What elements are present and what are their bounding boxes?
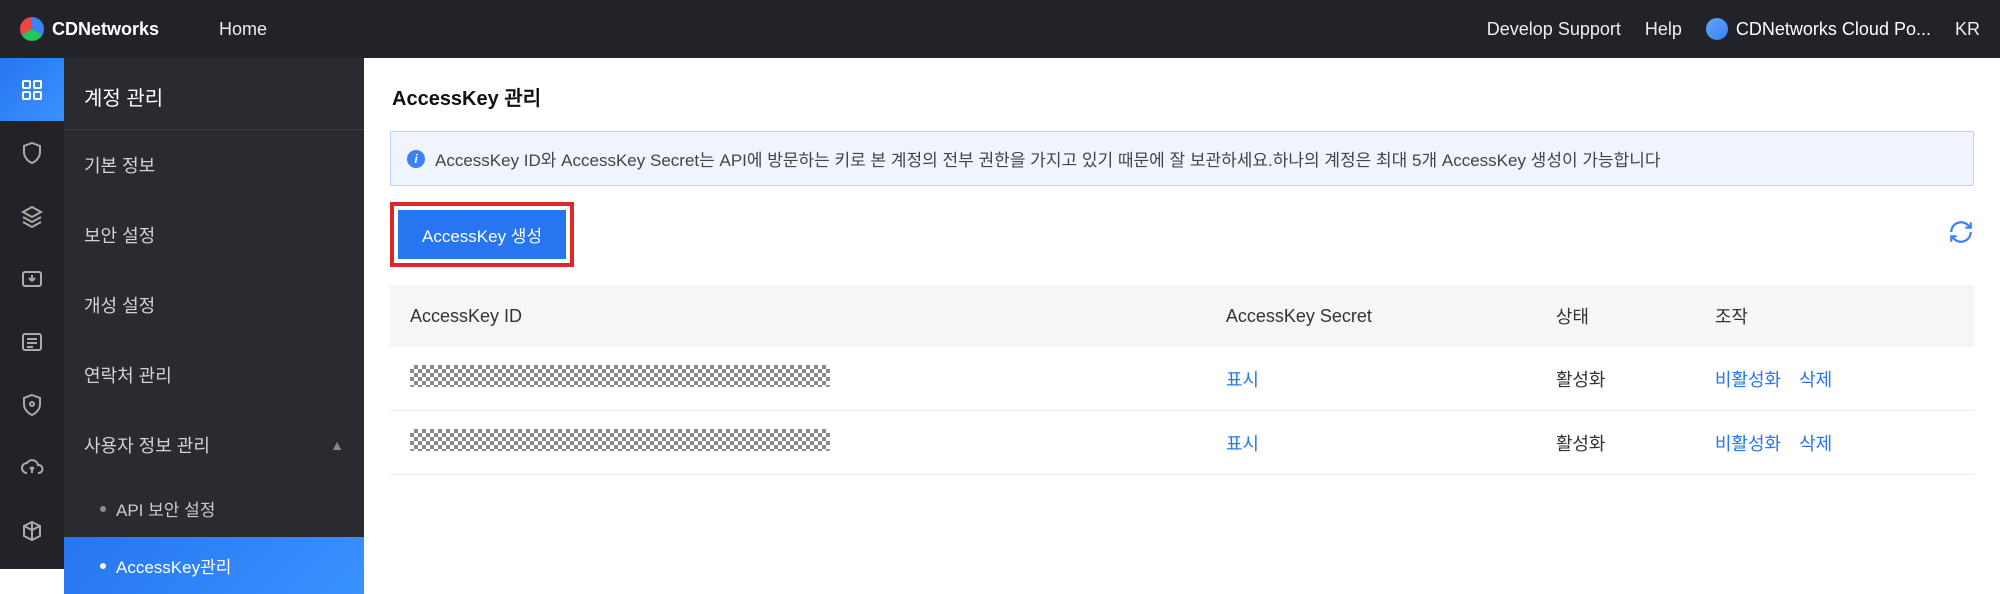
info-text: AccessKey ID와 AccessKey Secret는 API에 방문하… — [435, 146, 1661, 171]
sidebar-item-contacts[interactable]: 연락처 관리 — [64, 340, 364, 410]
delete-link[interactable]: 삭제 — [1799, 366, 1832, 392]
rail-stack[interactable] — [0, 184, 64, 247]
col-id: AccessKey ID — [390, 285, 1206, 347]
sidebar-item-label: 보안 설정 — [84, 222, 155, 248]
sidebar-subitem-api-security[interactable]: API 보안 설정 — [64, 480, 364, 537]
table-row: 표시 활성화 비활성화 삭제 — [390, 347, 1974, 411]
layers-icon — [20, 204, 44, 228]
refresh-button[interactable] — [1948, 219, 1974, 250]
user-label: CDNetworks Cloud Po... — [1736, 19, 1931, 40]
chevron-up-icon: ▲ — [330, 437, 344, 453]
col-status: 상태 — [1536, 285, 1695, 347]
sidebar-item-personality[interactable]: 개성 설정 — [64, 270, 364, 340]
table-row: 표시 활성화 비활성화 삭제 — [390, 411, 1974, 475]
main-content: AccessKey 관리 i AccessKey ID와 AccessKey S… — [364, 58, 2000, 569]
rail-download[interactable] — [0, 247, 64, 310]
cube-icon — [20, 519, 44, 543]
info-banner: i AccessKey ID와 AccessKey Secret는 API에 방… — [390, 131, 1974, 186]
home-link[interactable]: Home — [219, 19, 267, 40]
rail-dashboard[interactable] — [0, 58, 64, 121]
status-text: 활성화 — [1556, 434, 1606, 454]
user-menu[interactable]: CDNetworks Cloud Po... — [1706, 18, 1931, 40]
sidebar-item-label: 사용자 정보 관리 — [84, 432, 210, 458]
sidebar-subitem-accesskey[interactable]: AccessKey관리 — [64, 537, 364, 594]
sidebar-item-basic-info[interactable]: 기본 정보 — [64, 130, 364, 200]
deactivate-link[interactable]: 비활성화 — [1715, 430, 1781, 456]
inbox-download-icon — [20, 267, 44, 291]
masked-accesskey-id — [410, 365, 830, 387]
help-link[interactable]: Help — [1645, 19, 1682, 40]
shield-outline-icon — [20, 141, 44, 165]
grid-icon — [20, 78, 44, 102]
sidebar-subitem-label: API 보안 설정 — [116, 496, 215, 521]
logo-icon — [20, 17, 44, 41]
logo-text: CDNetworks — [52, 19, 159, 40]
sidebar-subitem-label: AccessKey관리 — [116, 553, 231, 578]
sidebar: 계정 관리 기본 정보 보안 설정 개성 설정 연락처 관리 사용자 정보 관리… — [64, 58, 364, 569]
icon-rail — [0, 58, 64, 569]
sidebar-item-security[interactable]: 보안 설정 — [64, 200, 364, 270]
create-accesskey-button[interactable]: AccessKey 생성 — [398, 210, 566, 259]
status-text: 활성화 — [1556, 370, 1606, 390]
list-icon — [20, 330, 44, 354]
rail-upload[interactable] — [0, 436, 64, 499]
sidebar-item-label: 연락처 관리 — [84, 362, 172, 388]
shield-icon — [20, 393, 44, 417]
rail-shield[interactable] — [0, 121, 64, 184]
top-header: CDNetworks Home Develop Support Help CDN… — [0, 0, 2000, 58]
sidebar-item-label: 기본 정보 — [84, 152, 155, 178]
sidebar-item-user-info[interactable]: 사용자 정보 관리 ▲ — [64, 410, 364, 480]
avatar — [1706, 18, 1728, 40]
col-secret: AccessKey Secret — [1206, 285, 1536, 347]
show-secret-link[interactable]: 표시 — [1226, 370, 1259, 390]
rail-list[interactable] — [0, 310, 64, 373]
locale-link[interactable]: KR — [1955, 19, 1980, 40]
cloud-upload-icon — [20, 456, 44, 480]
rail-security[interactable] — [0, 373, 64, 436]
accesskey-table: AccessKey ID AccessKey Secret 상태 조작 표시 활… — [390, 285, 1974, 475]
develop-support-link[interactable]: Develop Support — [1487, 19, 1621, 40]
deactivate-link[interactable]: 비활성화 — [1715, 366, 1781, 392]
header-right: Develop Support Help CDNetworks Cloud Po… — [1487, 18, 1980, 40]
sidebar-item-label: 개성 설정 — [84, 292, 155, 318]
masked-accesskey-id — [410, 429, 830, 451]
refresh-icon — [1948, 219, 1974, 245]
page-title: AccessKey 관리 — [364, 58, 2000, 131]
info-icon: i — [407, 150, 425, 168]
col-ops: 조작 — [1695, 285, 1974, 347]
delete-link[interactable]: 삭제 — [1799, 430, 1832, 456]
show-secret-link[interactable]: 표시 — [1226, 434, 1259, 454]
create-highlight-box: AccessKey 생성 — [390, 202, 574, 267]
rail-box[interactable] — [0, 499, 64, 562]
logo-area[interactable]: CDNetworks — [20, 17, 159, 41]
sidebar-title: 계정 관리 — [64, 58, 364, 130]
